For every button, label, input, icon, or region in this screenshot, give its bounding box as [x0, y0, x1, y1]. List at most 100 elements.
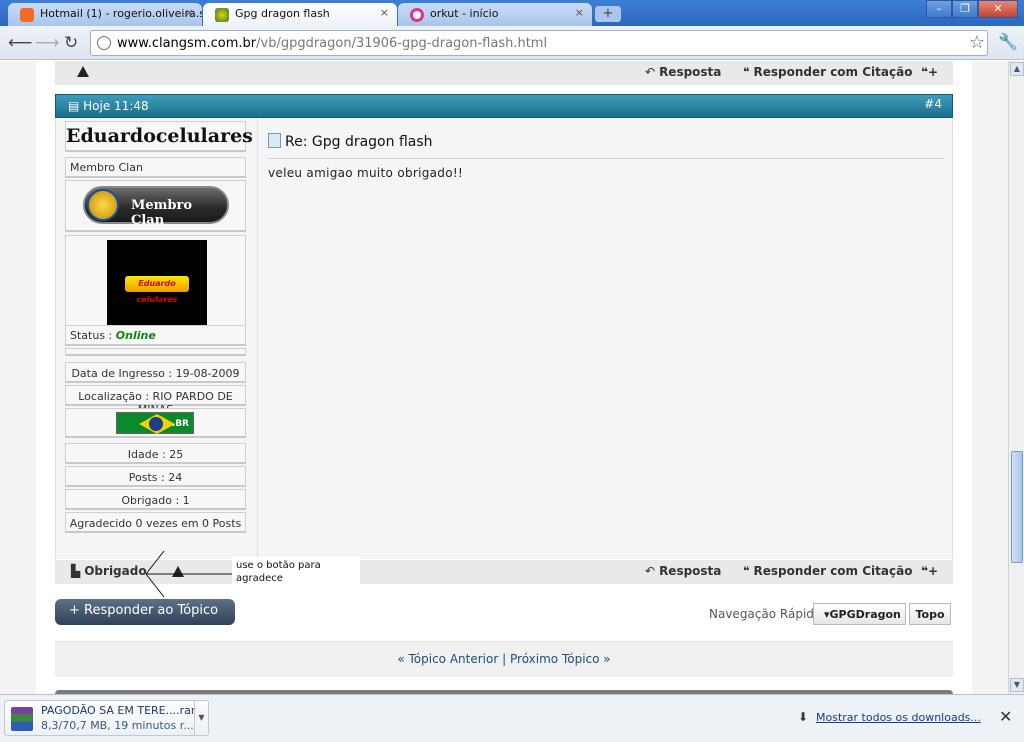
reply-arrow-icon: ↶ — [645, 564, 656, 578]
annotation-note: use o botão para agradece — [232, 557, 360, 585]
wrench-menu-icon[interactable]: 🔧 — [998, 32, 1018, 51]
page-margin-left — [0, 61, 36, 694]
thanks-label: Obrigado — [84, 564, 147, 578]
download-shelf: PAGODÃO SA EM TERE....rar 8,3/70,7 MB, 1… — [0, 694, 1024, 742]
page-viewport: ↶ Resposta ❝ Responder com Citação ❝+ ▤ Ho… — [0, 61, 1008, 694]
back-arrow-icon[interactable]: ⟵ — [8, 33, 32, 53]
user-thanked: Obrigado : 1 — [65, 489, 246, 510]
tab-close-icon[interactable]: × — [380, 6, 389, 19]
download-status: 8,3/70,7 MB, 19 minutos r... — [41, 719, 194, 732]
rank-badge-box: Membro Clan — [65, 180, 246, 232]
tab-title: Hotmail (1) - rogerio.oliveira.s — [40, 7, 202, 20]
reply-quote-button[interactable]: ❝ Responder com Citação — [743, 564, 912, 578]
username-box: Eduardocelulares — [65, 121, 253, 152]
user-posts: Posts : 24 — [65, 466, 246, 487]
page-scrollbar[interactable]: ▲ ▼ — [1008, 61, 1024, 694]
post-doc-icon: ▤ — [68, 99, 84, 113]
bookmark-star-icon[interactable]: ☆ — [969, 32, 985, 53]
show-all-downloads-link[interactable]: ⬇ Mostrar todos os downloads... — [798, 710, 981, 724]
quick-nav-select[interactable]: ▾GPGDragon — [813, 603, 906, 625]
clan-logo-icon — [87, 189, 119, 221]
join-date: Data de Ingresso : 19-08-2009 — [65, 362, 246, 383]
reply-label: Resposta — [659, 564, 722, 578]
tab-close-icon[interactable]: × — [185, 6, 194, 19]
page-info-icon[interactable] — [97, 36, 111, 50]
brazil-flag-icon: .BR — [116, 412, 194, 434]
avatar-box: Eduardo celulares — [65, 235, 246, 327]
url-text: www.clangsm.com.br/vb/gpgdragon/31906-gp… — [117, 36, 547, 51]
forward-arrow-icon[interactable]: ⟶ — [35, 33, 59, 53]
tab-gpg-dragon-flash[interactable]: Gpg dragon flash × — [203, 3, 397, 26]
quote-icon: ❝ — [743, 564, 750, 578]
scroll-down-arrow-icon[interactable]: ▼ — [1010, 678, 1024, 692]
topic-nav-separator: | — [502, 652, 507, 666]
address-bar[interactable]: www.clangsm.com.br/vb/gpgdragon/31906-gp… — [90, 30, 988, 56]
user-title: Membro Clan — [65, 157, 246, 178]
status-online: Online — [115, 329, 156, 342]
post-date-text: Hoje 11:48 — [83, 99, 149, 113]
tab-strip: Hotmail (1) - rogerio.oliveira.s × Gpg d… — [0, 0, 1024, 26]
thanks-icon: ▙ — [71, 564, 81, 578]
next-topic-link[interactable]: Próximo Tópico » — [510, 652, 611, 666]
download-menu-arrow-icon[interactable]: ▼ — [194, 701, 208, 735]
minimize-button[interactable]: – — [926, 0, 952, 18]
thanks-button[interactable]: ▙ Obrigado — [71, 564, 147, 578]
tab-hotmail[interactable]: Hotmail (1) - rogerio.oliveira.s × — [8, 3, 202, 26]
user-info-panel: Eduardocelulares Membro Clan Membro Clan… — [56, 118, 258, 559]
browser-toolbar: ⟵ ⟶ ↻ www.clangsm.com.br/vb/gpgdragon/31… — [0, 26, 1024, 60]
username-link[interactable]: Eduardocelulares — [66, 122, 253, 147]
reply-button[interactable]: ↶ Resposta — [645, 564, 721, 578]
post-number-link[interactable]: #4 — [924, 97, 942, 111]
user-age: Idade : 25 — [65, 443, 246, 464]
post-body: Eduardocelulares Membro Clan Membro Clan… — [55, 118, 953, 559]
clangsm-favicon-icon — [215, 8, 229, 22]
new-tab-button[interactable]: + — [595, 6, 621, 22]
flag-globe — [149, 417, 163, 431]
multi-quote-icon[interactable]: ❝+ — [921, 564, 938, 578]
reply-quote-label: Responder com Citação — [753, 65, 913, 79]
topic-navigation: « Tópico Anterior | Próximo Tópico » — [55, 641, 953, 677]
reply-quote-button[interactable]: ❝ Responder com Citação — [743, 65, 912, 79]
location: Localização : RIO PARDO DE MINAS — [65, 385, 246, 416]
annotation-pointer-lines — [145, 550, 232, 598]
download-arrow-icon: ⬇ — [798, 710, 809, 724]
page-margin-right — [972, 61, 1008, 694]
close-shelf-icon[interactable]: ✕ — [999, 707, 1012, 726]
scroll-up-arrow-icon[interactable]: ▲ — [1010, 62, 1024, 76]
quick-nav-value: GPGDragon — [829, 608, 901, 621]
flag-label: .BR — [171, 419, 189, 429]
post-header: ▤ Hoje 11:48 #4 — [55, 94, 953, 118]
post-title-text: Re: Gpg dragon flash — [285, 134, 433, 150]
quote-icon: ❝ — [743, 65, 750, 79]
url-host: www.clangsm.com.br — [117, 36, 257, 51]
rank-badge-text: Membro Clan — [131, 198, 193, 228]
reply-to-topic-label: Responder ao Tópico — [84, 603, 219, 618]
report-post-icon[interactable] — [77, 66, 89, 77]
tab-close-icon[interactable]: × — [575, 6, 584, 19]
url-path: /vb/gpgdragon/31906-gpg-dragon-flash.htm… — [256, 36, 548, 51]
top-button[interactable]: Topo — [909, 603, 951, 625]
previous-topic-link[interactable]: « Tópico Anterior — [397, 652, 498, 666]
tab-title: orkut - início — [430, 7, 499, 20]
multi-quote-icon[interactable]: ❝+ — [921, 65, 938, 79]
tab-title: Gpg dragon flash — [235, 7, 330, 20]
tab-orkut[interactable]: orkut - início × — [398, 3, 592, 26]
close-window-button[interactable]: ✕ — [978, 0, 1018, 18]
orkut-favicon-icon — [410, 8, 424, 22]
restore-button[interactable]: ❐ — [952, 0, 978, 18]
reload-icon[interactable]: ↻ — [64, 33, 78, 53]
scrollbar-thumb[interactable] — [1011, 451, 1023, 563]
rar-file-icon — [11, 707, 33, 731]
avatar[interactable]: Eduardo celulares — [107, 240, 207, 325]
rank-badge-image: Membro Clan — [83, 186, 229, 228]
quick-nav-label: Navegação Rápida — [709, 607, 822, 621]
post-title-doc-icon — [268, 133, 281, 148]
download-item[interactable]: PAGODÃO SA EM TERE....rar 8,3/70,7 MB, 1… — [4, 700, 209, 736]
reply-arrow-icon: ↶ — [645, 65, 656, 79]
post-message: veleu amigao muito obrigado!! — [268, 166, 464, 180]
reply-to-topic-button[interactable]: + Responder ao Tópico — [55, 599, 235, 625]
reply-button[interactable]: ↶ Resposta — [645, 65, 721, 79]
download-file-name: PAGODÃO SA EM TERE....rar — [41, 704, 196, 717]
reply-label: Resposta — [659, 65, 722, 79]
post-title: Re: Gpg dragon flash — [268, 133, 944, 159]
